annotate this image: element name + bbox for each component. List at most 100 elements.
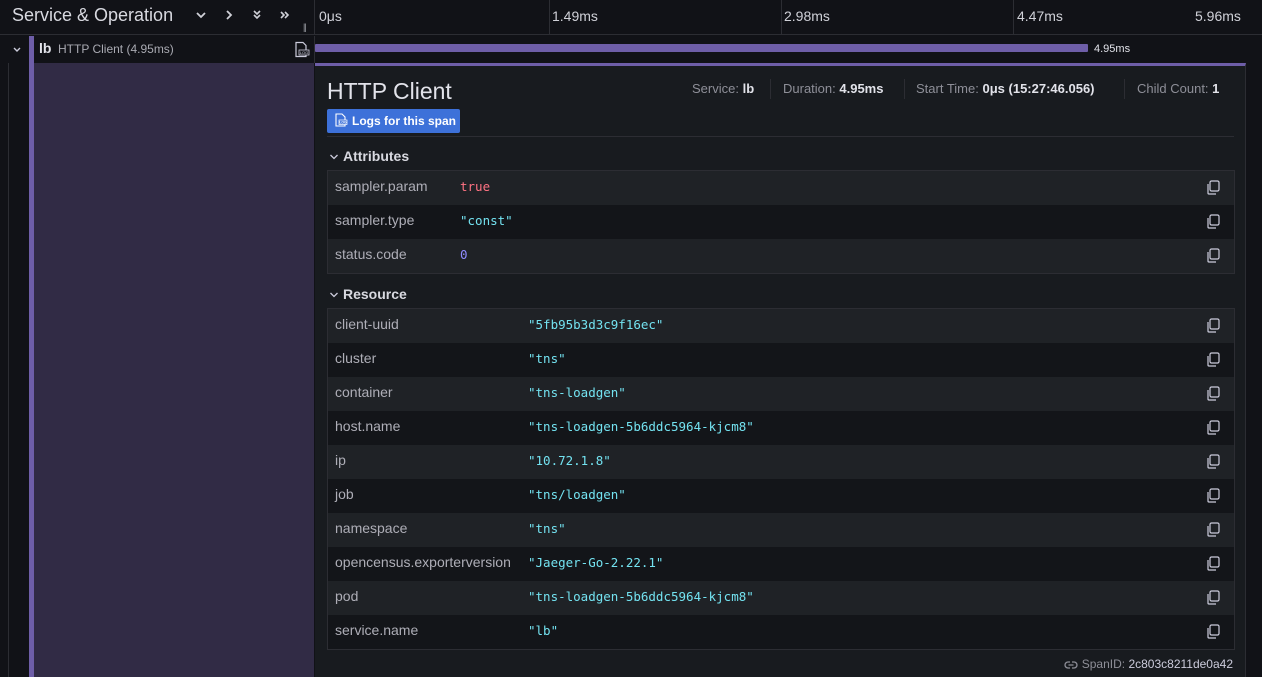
meta-divider <box>1124 79 1125 99</box>
resource-value: "5fb95b3d3c9f16ec" <box>528 317 664 332</box>
double-chevron-right-icon <box>280 11 290 19</box>
tick-label: 0μs <box>319 8 342 24</box>
copy-icon[interactable] <box>1206 318 1220 333</box>
resource-key: pod <box>335 588 359 604</box>
table-row: job "tns/loadgen" <box>328 479 1234 513</box>
meta-divider <box>770 79 771 99</box>
table-row: host.name "tns-loadgen-5b6ddc5964-kjcm8" <box>328 411 1234 445</box>
collapse-all-button[interactable] <box>247 6 267 26</box>
attributes-section-toggle[interactable]: Attributes <box>329 148 409 164</box>
tree-rail <box>8 63 9 677</box>
timeline-header: Service & Operation || 0μs 1.49ms 2.98ms… <box>0 0 1262 35</box>
copy-icon[interactable] <box>1206 420 1220 435</box>
resource-key: opencensus.exporterversion <box>335 554 511 570</box>
table-row: sampler.param true <box>328 171 1234 205</box>
span-row[interactable]: lb HTTP Client (4.95ms) LOG 4.95ms <box>0 36 1262 63</box>
copy-icon[interactable] <box>1206 488 1220 503</box>
expand-all-button[interactable] <box>275 6 295 26</box>
tick-label: 5.96ms <box>1195 8 1241 24</box>
resource-value: "10.72.1.8" <box>528 453 611 468</box>
copy-icon[interactable] <box>1206 180 1220 195</box>
meta-value: 1 <box>1212 81 1220 96</box>
svg-text:LOG: LOG <box>300 50 308 55</box>
resource-key: container <box>335 384 393 400</box>
resource-key: ip <box>335 452 346 468</box>
resource-value: "Jaeger-Go-2.22.1" <box>528 555 664 570</box>
span-detail-panel: HTTP Client Service: lb Duration: 4.95ms… <box>315 63 1246 677</box>
meta-value: 4.95ms <box>839 81 884 96</box>
span-duration-bar[interactable] <box>315 44 1088 52</box>
meta-label: Service: <box>692 81 739 96</box>
resource-key: client-uuid <box>335 316 399 332</box>
meta-start-time: Start Time: 0μs (15:27:46.056) <box>916 81 1095 96</box>
expand-one-level-button[interactable] <box>219 6 239 26</box>
meta-child-count: Child Count: 1 <box>1137 81 1219 96</box>
svg-text:LOG: LOG <box>339 121 347 125</box>
copy-icon[interactable] <box>1206 352 1220 367</box>
resource-section-toggle[interactable]: Resource <box>329 286 407 302</box>
chevron-down-icon <box>329 291 343 302</box>
table-row: ip "10.72.1.8" <box>328 445 1234 479</box>
tick-label: 1.49ms <box>552 8 598 24</box>
span-id[interactable]: SpanID: 2c803c8211de0a42 <box>1064 657 1233 671</box>
resource-key: service.name <box>335 622 419 638</box>
attributes-section-title: Attributes <box>343 148 410 164</box>
column-divider <box>314 0 315 35</box>
meta-duration: Duration: 4.95ms <box>783 81 883 96</box>
table-row: status.code 0 <box>328 239 1234 273</box>
resource-key: host.name <box>335 418 401 434</box>
double-chevron-down-icon <box>253 10 261 20</box>
table-row: service.name "lb" <box>328 615 1234 649</box>
meta-label: Start Time: <box>916 81 979 96</box>
tick-label: 2.98ms <box>784 8 830 24</box>
span-detail-indent <box>29 63 314 677</box>
resource-value: "tns" <box>528 521 566 536</box>
service-operation-title: Service & Operation <box>12 5 174 25</box>
attributes-table: sampler.param true sampler.type "const" … <box>327 170 1235 274</box>
tick-gridline <box>781 0 782 35</box>
copy-icon[interactable] <box>1206 454 1220 469</box>
table-row: container "tns-loadgen" <box>328 377 1234 411</box>
attribute-key: status.code <box>335 246 407 262</box>
resource-key: namespace <box>335 520 408 536</box>
attribute-value: true <box>460 179 491 194</box>
meta-label: Duration: <box>783 81 836 96</box>
chevron-down-icon <box>329 153 343 164</box>
span-id-value: 2c803c8211de0a42 <box>1128 657 1233 671</box>
copy-icon[interactable] <box>1206 386 1220 401</box>
copy-icon[interactable] <box>1206 590 1220 605</box>
logs-for-span-button[interactable]: LOG Logs for this span <box>327 109 460 133</box>
span-color-marker <box>29 36 34 63</box>
collapse-one-level-button[interactable] <box>191 6 211 26</box>
meta-value: 0μs (15:27:46.056) <box>982 81 1095 96</box>
table-row: sampler.type "const" <box>328 205 1234 239</box>
copy-icon[interactable] <box>1206 214 1220 229</box>
meta-value: lb <box>742 81 755 96</box>
span-operation-name: HTTP Client (4.95ms) <box>58 42 174 56</box>
chevron-down-icon[interactable] <box>12 45 22 55</box>
table-row: opencensus.exporterversion "Jaeger-Go-2.… <box>328 547 1234 581</box>
attribute-key: sampler.type <box>335 212 415 228</box>
logs-for-span-label: Logs for this span <box>352 114 457 128</box>
span-duration-label: 4.95ms <box>1094 43 1131 55</box>
table-row: namespace "tns" <box>328 513 1234 547</box>
tick-gridline <box>1013 0 1014 35</box>
copy-icon[interactable] <box>1206 556 1220 571</box>
span-detail-title: HTTP Client <box>327 78 452 104</box>
span-id-label: SpanID: <box>1081 657 1126 671</box>
span-color-marker <box>29 63 34 677</box>
logs-icon[interactable]: LOG <box>293 41 310 58</box>
attribute-key: sampler.param <box>335 178 428 194</box>
copy-icon[interactable] <box>1206 248 1220 263</box>
column-resize-handle[interactable]: || <box>303 22 307 32</box>
divider <box>327 136 1234 137</box>
resource-value: "tns-loadgen" <box>528 385 626 400</box>
span-service-name: lb <box>39 40 52 56</box>
copy-icon[interactable] <box>1206 624 1220 639</box>
span-name-cell[interactable]: lb HTTP Client (4.95ms) LOG <box>0 36 314 63</box>
copy-icon[interactable] <box>1206 522 1220 537</box>
chevron-right-icon <box>226 10 233 20</box>
resource-value: "lb" <box>528 623 559 638</box>
meta-divider <box>904 79 905 99</box>
tick-label: 4.47ms <box>1017 8 1063 24</box>
